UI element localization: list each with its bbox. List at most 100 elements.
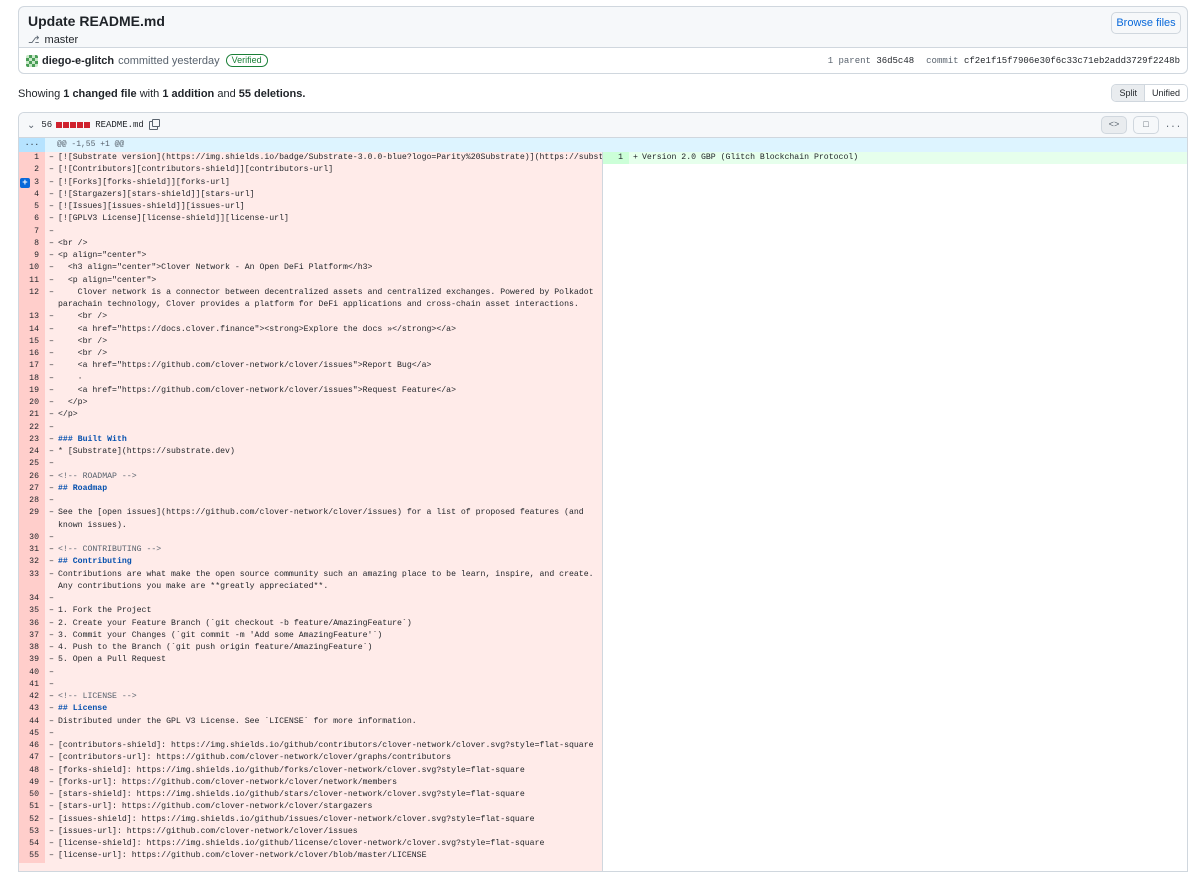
line-number[interactable]: 34	[19, 593, 45, 606]
line-number[interactable]: 12	[19, 286, 45, 312]
line-number[interactable]: 50	[19, 789, 45, 802]
code-text: [stars-shield]: https://img.shields.io/g…	[58, 790, 525, 799]
line-number[interactable]: 26	[19, 470, 45, 483]
code-text: 1. Fork the Project	[58, 606, 152, 616]
line-number[interactable]: 37	[19, 629, 45, 642]
line-number[interactable]: 51	[19, 801, 45, 814]
line-number[interactable]: 33	[19, 568, 45, 593]
code-text: [contributors-url]: https://github.com/c…	[58, 753, 452, 763]
line-number[interactable]: 25	[19, 458, 45, 471]
line-number[interactable]: 1	[603, 152, 629, 165]
line-number[interactable]: 39	[19, 654, 45, 667]
line-number[interactable]: 2	[19, 164, 45, 177]
line-number[interactable]: 48	[19, 764, 45, 777]
line-number[interactable]: 9	[19, 250, 45, 263]
code-text: [![Substrate version](https://img.shield…	[58, 153, 602, 162]
branch-name[interactable]: master	[45, 34, 79, 46]
deleted-line: 44– Distributed under the GPL V3 License.…	[19, 715, 602, 728]
deletion-marker: –	[49, 324, 54, 334]
deletion-marker: –	[49, 826, 54, 836]
kebab-menu-icon[interactable]: ...	[1165, 116, 1181, 134]
line-number[interactable]: 36	[19, 617, 45, 630]
line-number[interactable]: 42	[19, 691, 45, 704]
line-number[interactable]: 16	[19, 348, 45, 361]
line-number[interactable]: 8	[19, 237, 45, 250]
line-number[interactable]: 31	[19, 544, 45, 557]
line-number[interactable]: 22	[19, 421, 45, 434]
deleted-line: 4– [![Stargazers][stars-shield]][stars-ur…	[19, 188, 602, 201]
chevron-down-icon[interactable]: ⌄	[27, 120, 35, 131]
line-number[interactable]: 10	[19, 262, 45, 275]
code-text: [stars-url]: https://github.com/clover-n…	[58, 802, 373, 812]
line-number[interactable]: 19	[19, 384, 45, 397]
line-number[interactable]: 17	[19, 360, 45, 373]
expand-hunk-button[interactable]: ...	[19, 138, 45, 152]
line-number[interactable]: 11	[19, 274, 45, 287]
deleted-line: 55– [license-url]: https://github.com/clo…	[19, 850, 602, 863]
line-number[interactable]: 27	[19, 482, 45, 495]
deleted-line: 49– [forks-url]: https://github.com/clove…	[19, 776, 602, 789]
line-number[interactable]: 13	[19, 311, 45, 324]
file-tools: <> □ ...	[1101, 116, 1181, 134]
parent-sha-link[interactable]: 36d5c48	[876, 56, 914, 66]
split-view-button[interactable]: Split	[1112, 85, 1145, 101]
line-number[interactable]: 1	[19, 152, 45, 165]
add-comment-button[interactable]: +	[20, 177, 30, 188]
deleted-line: 6– [![GPLV3 License][license-shield]][lic…	[19, 213, 602, 226]
line-number[interactable]: 6	[19, 213, 45, 226]
deletion-marker: –	[49, 728, 54, 738]
line-number[interactable]: 4	[19, 188, 45, 201]
line-number[interactable]: 41	[19, 678, 45, 691]
line-number[interactable]: 14	[19, 323, 45, 336]
code-text: <!-- ROADMAP -->	[58, 471, 137, 481]
deletion-marker: –	[49, 275, 54, 285]
code-text: <h3 align="center">Clover Network - An O…	[58, 263, 373, 273]
commit-sha[interactable]: cf2e1f15f7906e30f6c33c71eb2add3729f2248b	[964, 56, 1180, 66]
unified-view-button[interactable]: Unified	[1144, 85, 1187, 101]
line-number[interactable]: 55	[19, 850, 45, 863]
line-number[interactable]: 38	[19, 642, 45, 655]
added-line: 1 + Version 2.0 GBP (Glitch Blockchain Pro…	[603, 152, 1187, 165]
deletion-marker: –	[49, 692, 54, 701]
verified-badge[interactable]: Verified	[225, 54, 268, 67]
line-number[interactable]: 49	[19, 776, 45, 789]
line-number[interactable]: 45	[19, 727, 45, 740]
line-number[interactable]: 47	[19, 752, 45, 765]
line-number[interactable]: 40	[19, 666, 45, 679]
line-number[interactable]: 23	[19, 433, 45, 446]
line-number[interactable]: 54	[19, 838, 45, 851]
code-view-icon[interactable]: <>	[1101, 116, 1127, 134]
line-number[interactable]: 30	[19, 531, 45, 544]
line-number[interactable]: 52	[19, 813, 45, 826]
line-number[interactable]: 35	[19, 605, 45, 618]
file-name-link[interactable]: README.md	[95, 120, 144, 130]
commit-author[interactable]: diego-e-glitch	[42, 55, 114, 67]
line-number[interactable]: 7	[19, 225, 45, 238]
changed-files-count[interactable]: 1 changed file	[63, 88, 136, 100]
line-number[interactable]: 24	[19, 446, 45, 459]
line-number[interactable]: 15	[19, 335, 45, 348]
browse-files-button[interactable]: Browse files	[1111, 12, 1181, 34]
line-number[interactable]: 28	[19, 495, 45, 508]
deletion-marker: –	[49, 385, 54, 395]
copy-icon[interactable]	[148, 118, 160, 130]
line-number[interactable]: 43	[19, 703, 45, 716]
deletion-marker: –	[49, 398, 54, 407]
line-number[interactable]: 29	[19, 507, 45, 532]
code-text: <br />	[58, 238, 88, 248]
code-text: 5. Open a Pull Request	[58, 655, 167, 665]
line-number[interactable]: 5	[19, 201, 45, 214]
line-number[interactable]: 21	[19, 409, 45, 422]
line-number[interactable]: 20	[19, 397, 45, 410]
deletion-marker: –	[49, 716, 54, 726]
line-number[interactable]: 46	[19, 740, 45, 753]
line-number[interactable]: 18	[19, 372, 45, 385]
code-text: 2. Create your Feature Branch (`git chec…	[58, 618, 412, 628]
file-view-icon[interactable]: □	[1133, 116, 1159, 134]
line-number[interactable]: 44	[19, 715, 45, 728]
line-number[interactable]: 3 +	[19, 176, 45, 189]
line-number[interactable]: 53	[19, 825, 45, 838]
line-number[interactable]: 32	[19, 556, 45, 569]
avatar[interactable]	[26, 54, 38, 67]
